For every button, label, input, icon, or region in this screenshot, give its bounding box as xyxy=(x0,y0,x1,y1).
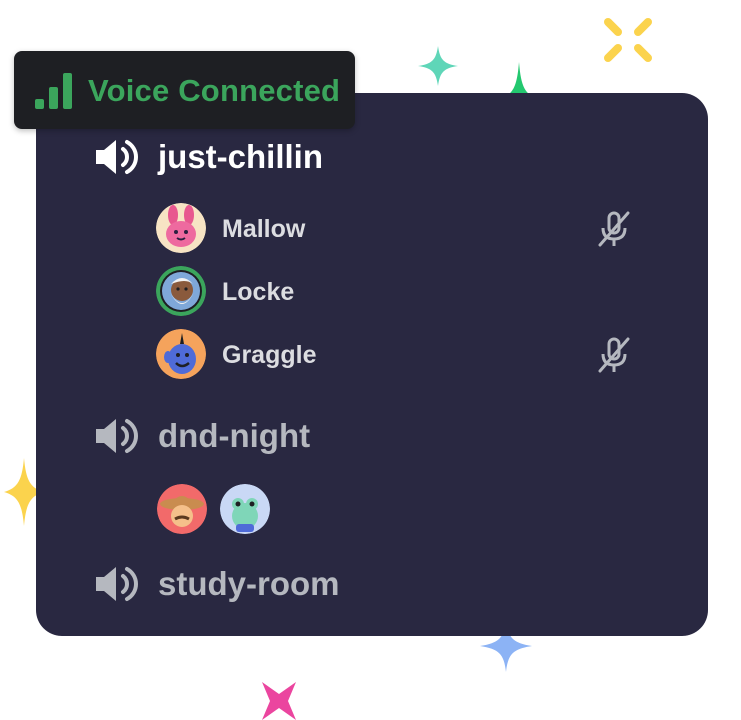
frog-avatar[interactable] xyxy=(220,484,270,534)
teal-sparkle-icon xyxy=(418,46,458,86)
voice-connected-label: Voice Connected xyxy=(88,73,341,108)
user-name: Graggle xyxy=(222,341,317,369)
voice-connected-badge[interactable]: Voice Connected xyxy=(14,51,355,129)
muted-mic-icon xyxy=(598,337,630,373)
user-name: Locke xyxy=(222,278,295,306)
speaker-icon xyxy=(96,567,138,601)
user-name: Mallow xyxy=(222,215,306,243)
cowboy-avatar[interactable] xyxy=(157,484,207,534)
pink-bunny-avatar xyxy=(156,203,206,253)
channel-name: study-room xyxy=(158,565,340,602)
pink-sparkle-icon xyxy=(262,682,296,720)
muted-mic-icon xyxy=(598,211,630,247)
speaker-icon xyxy=(96,140,138,174)
voice-user-mallow[interactable]: Mallow xyxy=(156,203,636,255)
bearded-man-avatar xyxy=(156,266,206,316)
channel-name: dnd-night xyxy=(158,417,311,454)
yellow-x-sparkle-icon xyxy=(604,18,652,62)
speaker-icon xyxy=(96,419,138,453)
channel-name: just-chillin xyxy=(158,138,323,175)
voice-user-graggle[interactable]: Graggle xyxy=(156,329,636,381)
blue-genie-avatar xyxy=(156,329,206,379)
voice-user-locke[interactable]: Locke xyxy=(156,266,636,318)
signal-bars-icon xyxy=(35,73,72,109)
